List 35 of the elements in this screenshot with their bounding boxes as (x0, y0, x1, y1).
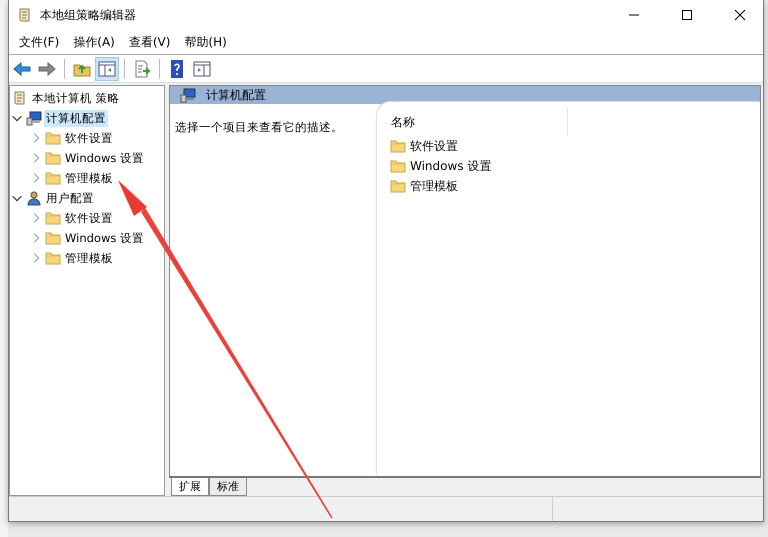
tree-item[interactable]: 本地计算机 策略 (30, 90, 122, 106)
list-item[interactable]: 管理模板 (410, 178, 458, 194)
column-header[interactable]: 名称 (391, 114, 415, 130)
menu-item[interactable]: 文件(F) (12, 34, 66, 50)
tree-item[interactable]: 用户配置 (44, 190, 96, 206)
description-text: 选择一个项目来查看它的描述。 (174, 119, 344, 135)
window-title: 本地组策略编辑器 (40, 6, 136, 24)
user-icon (26, 190, 42, 206)
pane-toggle-icon[interactable] (96, 58, 118, 80)
tree-item[interactable]: 计算机配置 (44, 110, 108, 126)
tree-item[interactable]: Windows 设置 (63, 150, 146, 166)
folder-icon (390, 178, 406, 194)
view-tab[interactable]: 扩展 (171, 478, 209, 496)
tree-item[interactable]: 管理模板 (63, 170, 115, 186)
folder-icon (45, 170, 61, 186)
tree-item[interactable]: 软件设置 (63, 130, 115, 146)
folder-icon (45, 210, 61, 226)
view-tab[interactable]: 标准 (209, 478, 247, 496)
folder-icon (45, 130, 61, 146)
list-item[interactable]: Windows 设置 (410, 158, 492, 174)
pane-title: 计算机配置 (206, 86, 266, 104)
folder-icon (390, 158, 406, 174)
folder-icon (390, 138, 406, 154)
computer-icon (180, 87, 196, 103)
menu-item[interactable]: 查看(V) (122, 34, 178, 50)
folder-icon (45, 250, 61, 266)
folder-icon (45, 150, 61, 166)
tree-item[interactable]: Windows 设置 (63, 230, 146, 246)
computer-icon (26, 110, 42, 126)
menu-item[interactable]: 操作(A) (66, 34, 122, 50)
tree-item[interactable]: 管理模板 (63, 250, 115, 266)
list-item[interactable]: 软件设置 (410, 138, 458, 154)
folder-icon (45, 230, 61, 246)
tree-item[interactable]: 软件设置 (63, 210, 115, 226)
menu-item[interactable]: 帮助(H) (177, 34, 234, 50)
